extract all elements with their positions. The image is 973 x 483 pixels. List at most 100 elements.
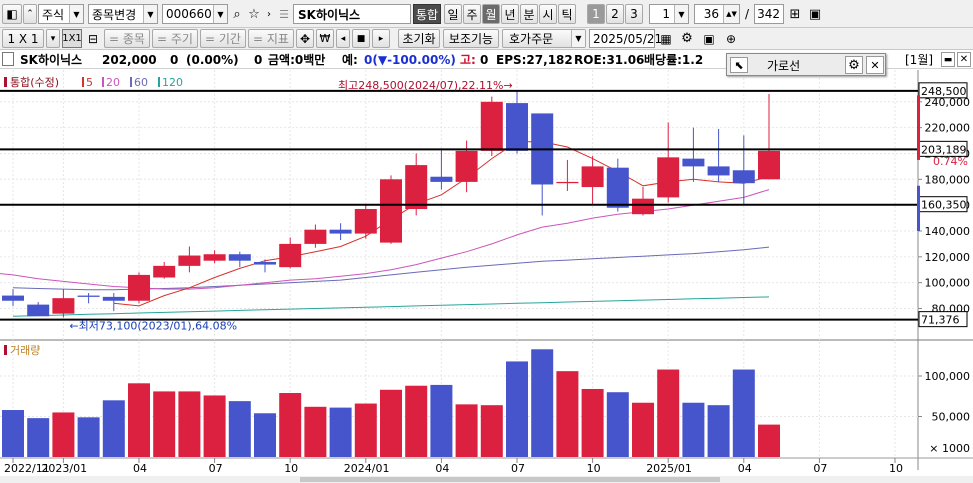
close-icon[interactable]: ✕ (957, 52, 971, 67)
unit-input[interactable]: 1 ▼ (649, 4, 689, 24)
add-window-icon[interactable]: ⊞ (786, 4, 804, 24)
volume-bar (581, 388, 604, 457)
legend-ma-swatch (102, 77, 104, 87)
candle-body (102, 296, 125, 301)
date-input[interactable]: 2025/05/21 (589, 29, 662, 48)
stop-icon[interactable]: ■ (352, 29, 370, 48)
volume-bar (178, 391, 201, 457)
volume-tick-label: 100,000 (925, 370, 971, 383)
horizontal-line-label: 71,376 (921, 314, 960, 327)
period-button[interactable]: 일 (444, 4, 462, 24)
time-tick-label: 07 (511, 462, 525, 475)
aux-label: 보조기능 (448, 32, 494, 46)
volume-bar (455, 404, 478, 457)
candle-body (606, 167, 629, 208)
order-label: 호가주문 (509, 32, 554, 46)
period-button[interactable]: 주 (463, 4, 481, 24)
volume-bar (279, 393, 302, 457)
save-icon[interactable]: ▣ (700, 29, 718, 48)
play-icon[interactable]: ▸ (372, 29, 390, 48)
caret-up-icon[interactable]: ⌃ (23, 4, 37, 24)
period-button[interactable]: 틱 (558, 4, 576, 24)
volume-bar (606, 392, 629, 457)
aux-button[interactable]: 보조기능 (443, 29, 499, 48)
caret-right-icon[interactable]: › (263, 4, 275, 24)
volume-bar (758, 424, 780, 457)
volume-bar (556, 371, 579, 457)
save-icon[interactable]: ▣ (806, 4, 824, 24)
legend-ma-label: 60 (134, 76, 148, 89)
close-icon[interactable]: ✕ (866, 56, 884, 74)
settings-icon[interactable]: ⚙ (845, 56, 863, 74)
info-dividend: 배당률:1.2 (644, 53, 704, 67)
market-select[interactable]: 주식 ▼ (38, 4, 84, 24)
volume-bar (52, 412, 75, 457)
period-button[interactable]: 시 (539, 4, 557, 24)
panel-toggle-icon[interactable]: ◧ (2, 4, 22, 24)
settings-icon[interactable]: ⚙ (678, 29, 696, 48)
candle-body (581, 166, 604, 188)
candle-body (732, 170, 755, 184)
web-icon[interactable]: ⊕ (722, 29, 740, 48)
order-select[interactable]: 호가주문 ▼ (502, 29, 586, 48)
add-indicator-button[interactable]: = 지표 (248, 29, 294, 48)
won-icon[interactable]: ₩ (316, 29, 334, 48)
volume-bar (228, 401, 251, 457)
horizontal-line-label: 160,350 (921, 199, 967, 212)
tonghap-button[interactable]: 통합 (413, 4, 441, 24)
draw-line-icon[interactable]: ⬉ (730, 57, 748, 73)
info-expect-label: 예: (342, 53, 358, 67)
ratio-toggle-button[interactable]: 1X1 (62, 29, 82, 48)
volume-bar (153, 391, 176, 457)
checkbox-icon[interactable] (2, 52, 14, 66)
period-button[interactable]: 년 (501, 4, 519, 24)
stock-change-select[interactable]: 종목변경 ▼ (88, 4, 158, 24)
minimize-icon[interactable]: ▬ (941, 52, 955, 67)
legend-ma-label: 120 (162, 76, 183, 89)
stock-change-label: 종목변경 (92, 7, 137, 22)
split-button[interactable]: 3 (625, 4, 643, 24)
time-tick-label: 2024/01 (344, 462, 390, 475)
scrollbar-thumb[interactable] (300, 477, 720, 482)
count-input[interactable]: 36 ▲▼ (694, 4, 740, 24)
volume-unit-label: × 1000 (929, 442, 970, 455)
legend-ma-label: 5 (86, 76, 93, 89)
volume-bar (2, 410, 24, 457)
table-icon[interactable]: ⊟ (84, 29, 102, 48)
chevron-down-icon: ▼ (69, 5, 83, 23)
add-stock-button[interactable]: = 종목 (104, 29, 150, 48)
period-button[interactable]: 월 (482, 4, 500, 24)
stock-chart[interactable]: 80,000100,000120,000140,000160,000180,00… (0, 70, 973, 483)
split-button[interactable]: 2 (606, 4, 624, 24)
add-range-button[interactable]: = 기간 (200, 29, 246, 48)
chevron-down-icon: ▼ (143, 5, 157, 23)
stock-code-input[interactable]: 000660 ▼ (162, 4, 228, 24)
info-amount: 금액:0백만 (268, 53, 326, 67)
ratio-label: 1 X 1 (7, 31, 39, 46)
legend-title: 통합(수정) (10, 76, 59, 89)
move-icon[interactable]: ✥ (296, 29, 314, 48)
list-icon[interactable]: ☰ (276, 4, 292, 24)
reset-button[interactable]: 초기화 (398, 29, 440, 48)
info-expect-value: 0(▼-100.00%) (364, 52, 456, 67)
volume-bar (480, 405, 503, 457)
split-button[interactable]: 1 (587, 4, 605, 24)
calendar-icon[interactable]: ▦ (657, 29, 675, 48)
price-tick-label: 100,000 (925, 277, 971, 290)
price-tick-label: 220,000 (925, 122, 971, 135)
market-select-value: 주식 (42, 7, 65, 22)
star-icon[interactable]: ☆ (246, 4, 262, 24)
rewind-icon[interactable]: ◂ (336, 29, 350, 48)
search-icon[interactable]: ⌕ (229, 4, 245, 24)
period-button[interactable]: 분 (520, 4, 538, 24)
price-tick-label: 120,000 (925, 251, 971, 264)
ratio-button[interactable]: 1 X 1 (2, 29, 44, 48)
price-tick-label: 180,000 (925, 173, 971, 186)
caret-down-icon[interactable]: ▾ (46, 29, 60, 48)
stock-name: SK하이닉스 (298, 7, 361, 22)
time-tick-label: 07 (209, 462, 223, 475)
add-period-button[interactable]: = 주기 (152, 29, 198, 48)
candle-body (279, 243, 302, 268)
add-stock-label: = 종목 (109, 32, 145, 46)
reset-label: 초기화 (402, 32, 436, 46)
